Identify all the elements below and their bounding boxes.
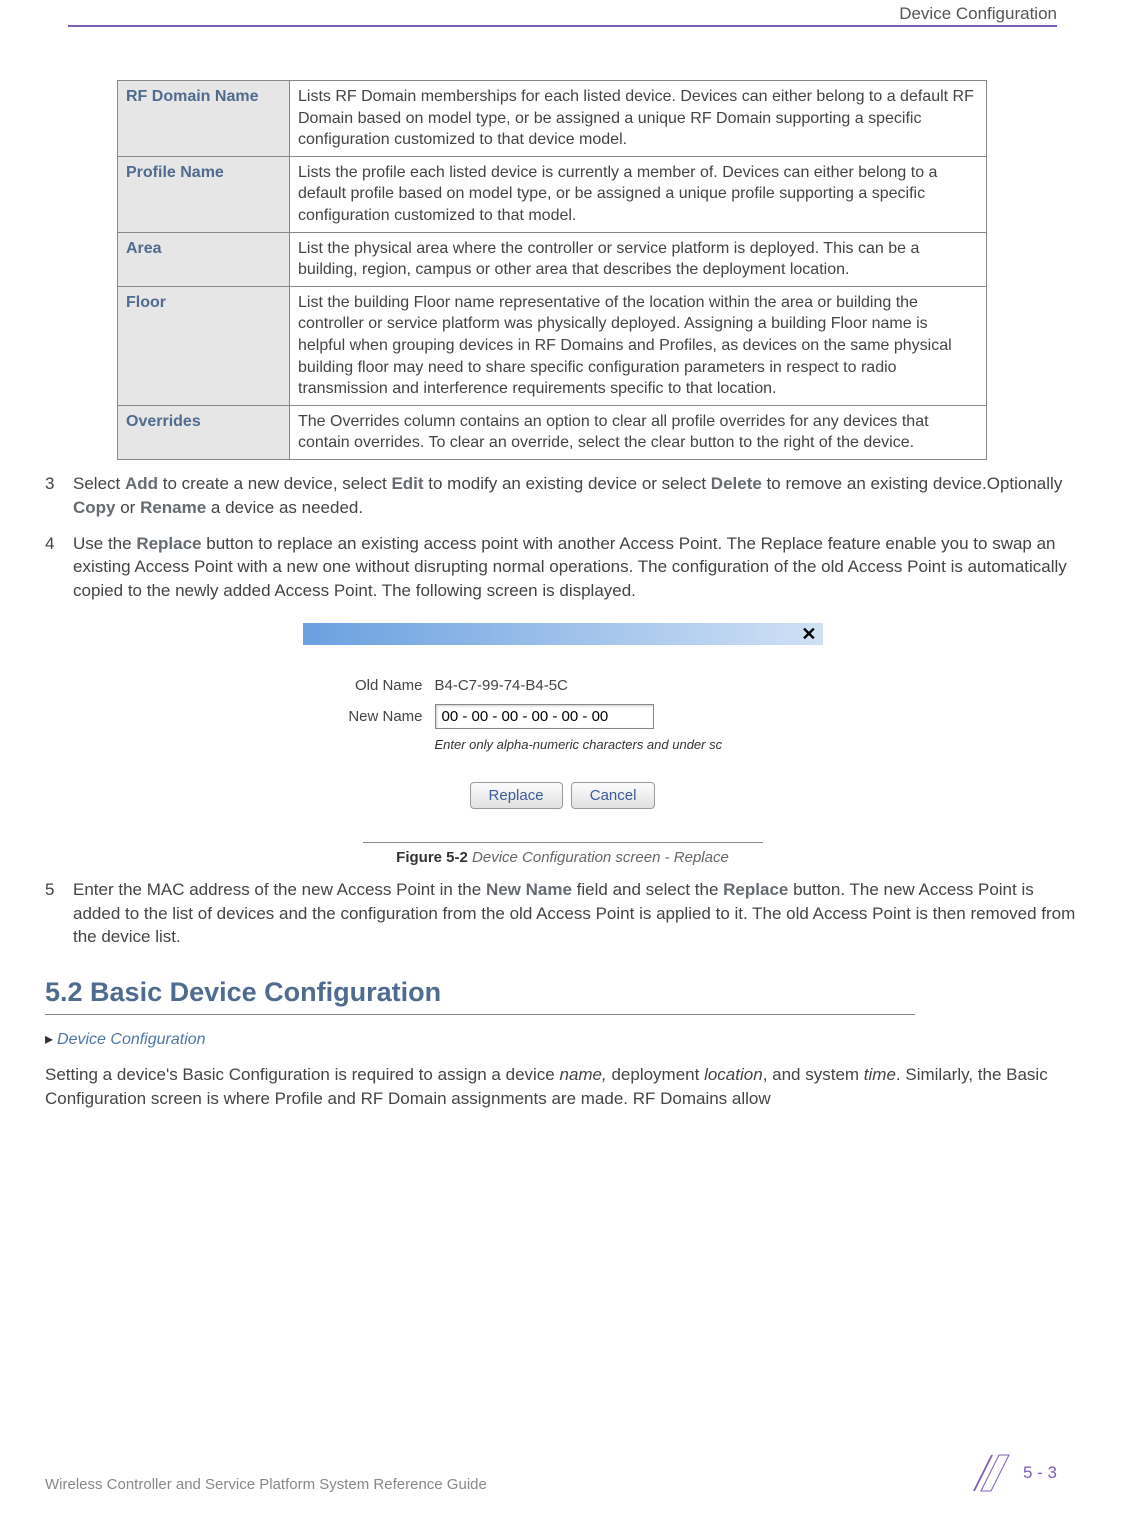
term-cell: RF Domain Name — [118, 81, 290, 157]
step-number: 5 — [45, 878, 73, 949]
term-cell: Profile Name — [118, 156, 290, 232]
table-row: Profile Name Lists the profile each list… — [118, 156, 987, 232]
header-chapter-title: Device Configuration — [899, 4, 1057, 24]
figure-label: Figure 5-2 — [396, 849, 468, 866]
section-paragraph: Setting a device's Basic Configuration i… — [45, 1063, 1080, 1111]
page-footer: Wireless Controller and Service Platform… — [45, 1453, 1057, 1493]
desc-cell: Lists RF Domain memberships for each lis… — [290, 81, 987, 157]
term-cell: Area — [118, 232, 290, 286]
step-text: Enter the MAC address of the new Access … — [73, 878, 1080, 949]
add-keyword: Add — [125, 474, 158, 493]
figure-description: Device Configuration screen - Replace — [468, 849, 729, 866]
breadcrumb-arrow-icon: ▸ — [45, 1031, 53, 1048]
breadcrumb: ▸Device Configuration — [45, 1029, 1080, 1049]
input-hint: Enter only alpha-numeric characters and … — [435, 737, 803, 752]
step-number: 4 — [45, 532, 73, 603]
desc-cell: The Overrides column contains an option … — [290, 405, 987, 459]
replace-dialog-figure: ✕ Old Name B4-C7-99-74-B4-5C New Name En… — [303, 623, 823, 866]
copy-keyword: Copy — [73, 498, 116, 517]
step-text: Use the Replace button to replace an exi… — [73, 532, 1080, 603]
footer-title: Wireless Controller and Service Platform… — [45, 1476, 487, 1493]
dialog-titlebar: ✕ — [303, 623, 823, 645]
cancel-button[interactable]: Cancel — [571, 782, 656, 809]
edit-keyword: Edit — [391, 474, 423, 493]
dialog-body: Old Name B4-C7-99-74-B4-5C New Name Ente… — [303, 645, 823, 824]
section-rule — [45, 1014, 915, 1015]
figure-caption: Figure 5-2 Device Configuration screen -… — [363, 842, 763, 866]
table-row: Overrides The Overrides column contains … — [118, 405, 987, 459]
rename-keyword: Rename — [140, 498, 206, 517]
term-cell: Floor — [118, 286, 290, 405]
step-4: 4 Use the Replace button to replace an e… — [45, 532, 1080, 603]
step-5: 5 Enter the MAC address of the new Acces… — [45, 878, 1080, 949]
replace-button[interactable]: Replace — [470, 782, 563, 809]
footer-chevron-icon — [971, 1453, 1011, 1493]
step-3: 3 Select Add to create a new device, sel… — [45, 472, 1080, 520]
definitions-table: RF Domain Name Lists RF Domain membershi… — [117, 80, 987, 460]
header-rule — [68, 25, 1057, 27]
close-icon[interactable]: ✕ — [801, 624, 816, 645]
desc-cell: List the building Floor name representat… — [290, 286, 987, 405]
desc-cell: Lists the profile each listed device is … — [290, 156, 987, 232]
page-number: 5 - 3 — [1023, 1463, 1057, 1483]
breadcrumb-link[interactable]: Device Configuration — [57, 1031, 206, 1048]
replace-keyword: Replace — [723, 880, 788, 899]
step-number: 3 — [45, 472, 73, 520]
table-row: Area List the physical area where the co… — [118, 232, 987, 286]
table-row: RF Domain Name Lists RF Domain membershi… — [118, 81, 987, 157]
old-name-value: B4-C7-99-74-B4-5C — [435, 675, 568, 696]
newname-keyword: New Name — [486, 880, 572, 899]
term-cell: Overrides — [118, 405, 290, 459]
desc-cell: List the physical area where the control… — [290, 232, 987, 286]
table-row: Floor List the building Floor name repre… — [118, 286, 987, 405]
delete-keyword: Delete — [711, 474, 762, 493]
step-text: Select Add to create a new device, selec… — [73, 472, 1080, 520]
section-heading: 5.2 Basic Device Configuration — [45, 977, 1080, 1008]
new-name-label: New Name — [323, 708, 435, 725]
new-name-input[interactable] — [435, 704, 654, 729]
old-name-label: Old Name — [323, 677, 435, 694]
replace-keyword: Replace — [136, 534, 201, 553]
